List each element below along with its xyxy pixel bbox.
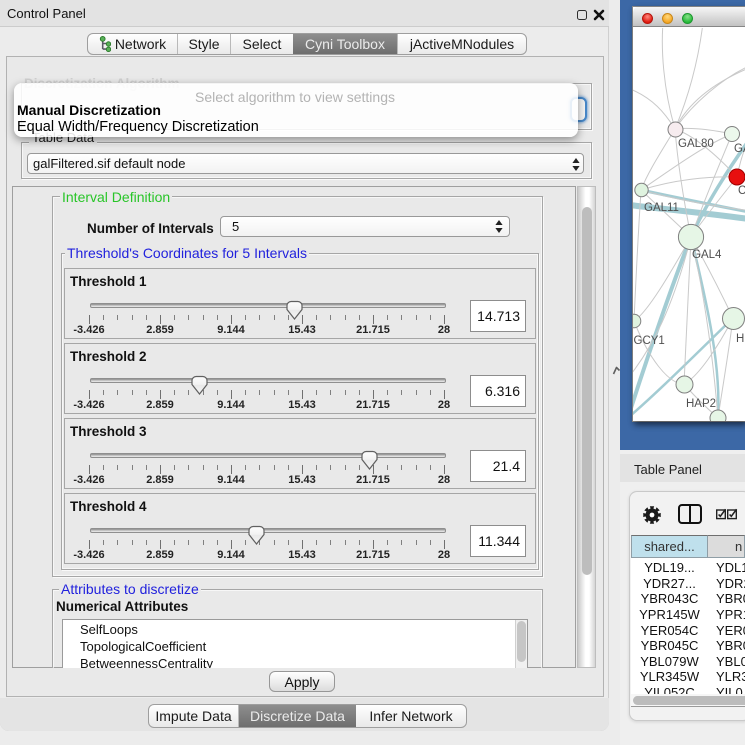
svg-text:H: H [736, 333, 744, 345]
svg-text:GAL11: GAL11 [644, 202, 679, 214]
svg-text:HAP2: HAP2 [686, 398, 716, 410]
svg-text:GAL80: GAL80 [678, 138, 714, 150]
svg-text:C: C [738, 185, 745, 197]
svg-text:GA: GA [734, 143, 745, 155]
svg-text:GAL4: GAL4 [692, 249, 722, 261]
svg-text:GCY1: GCY1 [634, 335, 665, 347]
